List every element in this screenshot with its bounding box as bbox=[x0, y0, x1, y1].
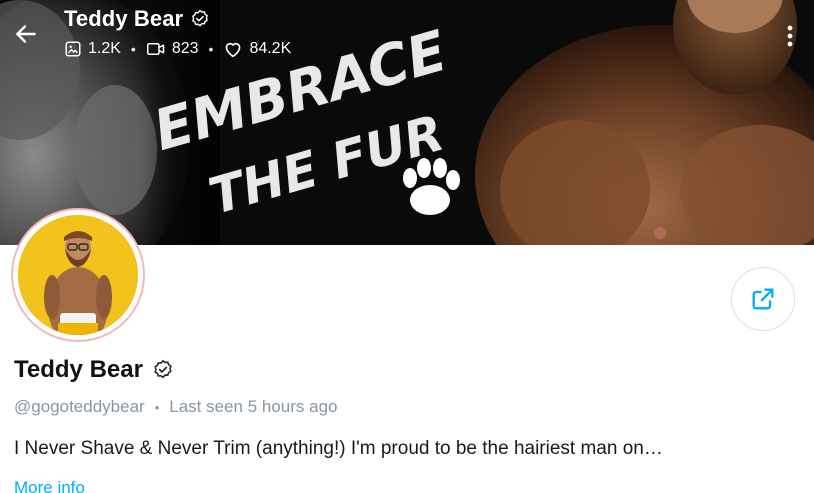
image-icon bbox=[65, 41, 81, 57]
stat-videos-count: 823 bbox=[171, 40, 199, 57]
profile-name-row: Teddy Bear bbox=[14, 356, 174, 384]
header-stats: 1.2K • 823 • 84.2K bbox=[64, 40, 291, 58]
profile-page: EMBRACE THE FUR Teddy Bear 1.2K • 823 • … bbox=[0, 0, 814, 493]
header-title-group: Teddy Bear bbox=[64, 6, 210, 32]
meta-separator: • bbox=[154, 399, 160, 415]
last-seen: Last seen 5 hours ago bbox=[169, 397, 338, 416]
avatar[interactable] bbox=[11, 208, 145, 342]
back-button[interactable] bbox=[8, 16, 44, 52]
video-icon bbox=[146, 43, 165, 55]
stat-separator: • bbox=[130, 41, 136, 57]
profile-banner: EMBRACE THE FUR Teddy Bear 1.2K • 823 • … bbox=[0, 0, 814, 245]
stat-likes-count: 84.2K bbox=[249, 40, 292, 57]
profile-meta: @gogoteddybear • Last seen 5 hours ago bbox=[14, 397, 337, 417]
stat-photos: 1.2K bbox=[64, 40, 121, 58]
stat-photos-count: 1.2K bbox=[88, 40, 121, 57]
share-button[interactable] bbox=[731, 267, 795, 331]
more-info-link[interactable]: More info bbox=[14, 478, 85, 493]
avatar-image bbox=[18, 215, 138, 335]
more-options-button[interactable] bbox=[778, 18, 802, 54]
verified-badge-icon bbox=[152, 359, 174, 381]
stat-videos: 823 bbox=[146, 40, 199, 58]
stat-separator: • bbox=[208, 41, 214, 57]
profile-handle: @gogoteddybear bbox=[14, 397, 145, 416]
top-bar: Teddy Bear 1.2K • 823 • 84.2K bbox=[0, 0, 814, 70]
profile-bio: I Never Shave & Never Trim (anything!) I… bbox=[14, 438, 663, 459]
stat-likes: 84.2K bbox=[223, 40, 291, 58]
profile-name: Teddy Bear bbox=[14, 356, 143, 383]
share-icon bbox=[752, 288, 774, 310]
arrow-left-icon bbox=[16, 25, 36, 43]
verified-badge-icon bbox=[190, 9, 210, 29]
header-title: Teddy Bear bbox=[64, 6, 184, 31]
heart-icon bbox=[226, 42, 241, 58]
more-vertical-icon bbox=[787, 25, 793, 47]
